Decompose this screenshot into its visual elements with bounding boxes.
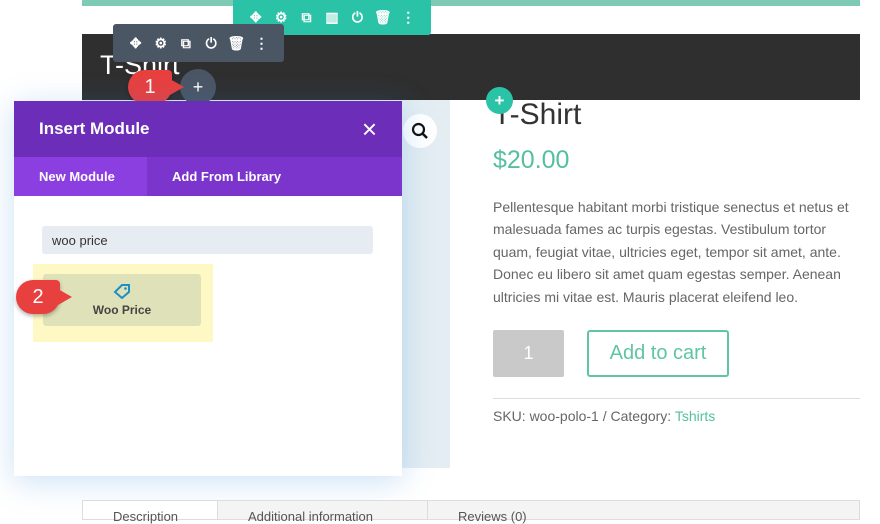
product-price: $20.00	[493, 146, 570, 174]
power-icon[interactable]: ⏻	[345, 9, 370, 26]
tab-reviews[interactable]: Reviews (0)	[428, 501, 527, 524]
more-icon[interactable]: ⋮	[396, 9, 421, 26]
tab-new-module[interactable]: New Module	[14, 157, 147, 196]
modal-title: Insert Module	[39, 119, 150, 138]
power-icon[interactable]: ⏻	[199, 35, 224, 52]
more-icon[interactable]: ⋮	[249, 35, 274, 52]
trash-icon[interactable]: 🗑	[224, 35, 249, 52]
tag-icon	[113, 284, 130, 299]
divider	[493, 398, 860, 399]
magnifier-icon	[411, 122, 428, 139]
annotation-badge-2: 2	[16, 280, 72, 314]
product-tabs: Description Additional information Revie…	[82, 500, 860, 524]
zoom-button[interactable]	[403, 114, 437, 148]
product-meta: SKU: woo-polo-1 / Category: Tshirts	[493, 408, 715, 424]
add-row-button[interactable]: +	[486, 87, 513, 114]
trash-icon[interactable]: 🗑	[370, 9, 395, 26]
plus-icon: +	[192, 76, 204, 97]
tab-description[interactable]: Description	[83, 501, 218, 524]
columns-icon[interactable]: ▥	[319, 9, 344, 26]
module-label: Woo Price	[92, 303, 152, 317]
add-to-cart-button[interactable]: Add to cart	[587, 330, 729, 377]
modal-tabs: New Module Add From Library	[14, 157, 402, 196]
plus-icon: +	[494, 90, 505, 110]
modal-header: Insert Module ×	[14, 101, 402, 157]
module-search-input[interactable]	[42, 226, 373, 254]
tab-add-from-library[interactable]: Add From Library	[147, 157, 306, 196]
duplicate-icon[interactable]: ⧉	[294, 9, 319, 26]
close-icon[interactable]: ×	[362, 114, 377, 145]
duplicate-icon[interactable]: ⧉	[173, 35, 198, 52]
gear-icon[interactable]: ⚙	[148, 35, 173, 52]
add-module-button[interactable]: +	[180, 69, 216, 105]
product-description: Pellentesque habitant morbi tristique se…	[493, 199, 849, 305]
module-toolbar: ✥ ⚙ ⧉ ⏻ 🗑 ⋮	[113, 24, 284, 62]
section-top-border	[82, 0, 860, 6]
annotation-badge-1: 1	[128, 70, 184, 104]
move-icon[interactable]: ✥	[123, 35, 148, 52]
category-link[interactable]: Tshirts	[675, 408, 715, 424]
quantity-input[interactable]: 1	[493, 330, 564, 377]
tab-additional-information[interactable]: Additional information	[218, 501, 428, 524]
sku-text: SKU: woo-polo-1 / Category:	[493, 408, 675, 424]
